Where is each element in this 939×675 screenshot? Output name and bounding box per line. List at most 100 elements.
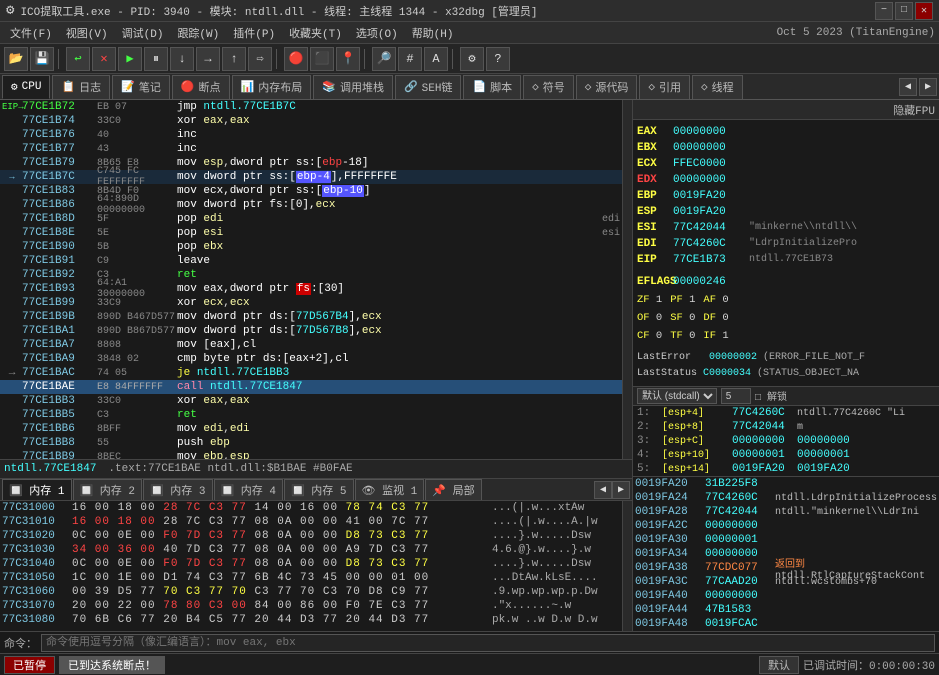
status-default[interactable]: 默认 bbox=[759, 656, 799, 674]
stack-row[interactable]: 4: [esp+10] 00000001 00000001 bbox=[633, 448, 939, 462]
tb-settings[interactable]: ⚙ bbox=[460, 47, 484, 71]
rmem-row[interactable]: 0019FA44 47B1583 bbox=[633, 603, 939, 617]
rmem-row[interactable]: 0019FA3C 77CAAD20 ntdll.wcstombs+70 bbox=[633, 575, 939, 589]
mem-row[interactable]: 77C31070 20 00 22 00 78 80 C3 00 84 00 8… bbox=[0, 599, 622, 613]
table-row[interactable]: 77CE1B74 33C0 xor eax,eax bbox=[0, 114, 622, 128]
tab-symbol[interactable]: ◇ 符号 bbox=[523, 75, 574, 99]
mem-nav-next[interactable]: ▶ bbox=[612, 481, 630, 499]
rmem-row[interactable]: 0019FA30 00000001 bbox=[633, 533, 939, 547]
table-row[interactable]: 77CE1B99 33C9 xor ecx,ecx bbox=[0, 296, 622, 310]
table-row[interactable]: 77CE1BB5 C3 ret bbox=[0, 408, 622, 422]
tb-runtocursor[interactable]: ⇨ bbox=[248, 47, 272, 71]
mem-tab-4[interactable]: 🔲 内存 4 bbox=[214, 479, 284, 500]
tab-breakpoints[interactable]: 🔴 断点 bbox=[172, 75, 230, 99]
tab-cpu[interactable]: ⚙ CPU bbox=[2, 75, 50, 99]
rmem-row[interactable]: 0019FA40 00000000 bbox=[633, 589, 939, 603]
table-row[interactable]: → 77CE1B7C C745 FC FEFFFFFF mov dword pt… bbox=[0, 170, 622, 184]
tab-notes[interactable]: 📝 笔记 bbox=[112, 75, 170, 99]
close-button[interactable]: ✕ bbox=[915, 2, 933, 20]
tb-bp[interactable]: 🔴 bbox=[284, 47, 308, 71]
tb-save[interactable]: 💾 bbox=[30, 47, 54, 71]
table-row[interactable]: EIP→ 77CE1B72 EB 07 jmp ntdll.77CE1B7C bbox=[0, 100, 622, 114]
stack-row[interactable]: 2: [esp+8] 77C42044 m bbox=[633, 420, 939, 434]
rmem-row[interactable]: 0019FA48 0019FCAC bbox=[633, 617, 939, 631]
rmem-row[interactable]: 0019FA38 77CDC077 返回到 ntdll.RtlCaptureSt… bbox=[633, 561, 939, 575]
table-row[interactable]: 77CE1B91 C9 leave bbox=[0, 254, 622, 268]
tb-close[interactable]: ✕ bbox=[92, 47, 116, 71]
tb-about[interactable]: ? bbox=[486, 47, 510, 71]
maximize-button[interactable]: □ bbox=[895, 2, 913, 20]
tb-ref[interactable]: # bbox=[398, 47, 422, 71]
callstack-unlock[interactable]: □ 解锁 bbox=[755, 388, 787, 404]
menu-options[interactable]: 选项(O) bbox=[350, 23, 404, 43]
mem-row[interactable]: 77C31050 1C 00 1E 00 D1 74 C3 77 6B 4C 7… bbox=[0, 571, 622, 585]
mem-row[interactable]: 77C31020 0C 00 0E 00 F0 7D C3 77 08 0A 0… bbox=[0, 529, 622, 543]
menu-file[interactable]: 文件(F) bbox=[4, 23, 58, 43]
mem-tab-2[interactable]: 🔲 内存 2 bbox=[73, 479, 143, 500]
rmem-row[interactable]: 0019FA2C 00000000 bbox=[633, 519, 939, 533]
table-row[interactable]: 77CE1BA9 3848 02 cmp byte ptr ds:[eax+2]… bbox=[0, 352, 622, 366]
menu-debug[interactable]: 调试(D) bbox=[116, 23, 170, 43]
menu-help[interactable]: 帮助(H) bbox=[406, 23, 460, 43]
stack-row[interactable]: 5: [esp+14] 0019FA20 0019FA20 bbox=[633, 462, 939, 476]
rmem-row[interactable]: 0019FA24 77C4260C ntdll.LdrpInitializePr… bbox=[633, 491, 939, 505]
mem-row[interactable]: 77C31080 70 6B C6 77 20 B4 C5 77 20 44 D… bbox=[0, 613, 622, 627]
tab-thread[interactable]: ◇ 线程 bbox=[692, 75, 743, 99]
tb-stepout[interactable]: ↑ bbox=[222, 47, 246, 71]
menu-view[interactable]: 视图(V) bbox=[60, 23, 114, 43]
table-row[interactable]: 77CE1B8D 5F pop edi edi bbox=[0, 212, 622, 226]
table-row[interactable]: 77CE1B9B 890D B467D577 mov dword ptr ds:… bbox=[0, 310, 622, 324]
table-row[interactable]: 77CE1BA7 8808 mov [eax],cl bbox=[0, 338, 622, 352]
tb-mem[interactable]: 🔎 bbox=[372, 47, 396, 71]
tb-hwbp[interactable]: ⬛ bbox=[310, 47, 334, 71]
table-row[interactable]: 77CE1B86 64:890D 00000000 mov dword ptr … bbox=[0, 198, 622, 212]
disasm-scrollbar[interactable] bbox=[622, 100, 632, 459]
rmem-row[interactable]: 0019FA20 31B225F8 bbox=[633, 477, 939, 491]
table-row[interactable]: 77CE1B8E 5E pop esi esi bbox=[0, 226, 622, 240]
tb-stepinto[interactable]: ↓ bbox=[170, 47, 194, 71]
mem-row[interactable]: 77C31040 0C 00 0E 00 F0 7D C3 77 08 0A 0… bbox=[0, 557, 622, 571]
table-row[interactable]: 77CE1B92 C3 ret bbox=[0, 268, 622, 282]
table-row[interactable]: 77CE1B77 43 inc bbox=[0, 142, 622, 156]
tab-ref[interactable]: ◇ 引用 bbox=[639, 75, 690, 99]
table-row[interactable]: → 77CE1BAC 74 05 je ntdll.77CE1BB3 bbox=[0, 366, 622, 380]
table-row[interactable]: 77CE1B93 64:A1 30000000 mov eax,dword pt… bbox=[0, 282, 622, 296]
mem-scrollbar[interactable] bbox=[622, 501, 632, 631]
mem-row[interactable]: 77C31000 16 00 18 00 28 7C C3 77 14 00 1… bbox=[0, 501, 622, 515]
tb-restart[interactable]: ↩ bbox=[66, 47, 90, 71]
tab-source[interactable]: ◇ 源代码 bbox=[576, 75, 638, 99]
menu-plugin[interactable]: 插件(P) bbox=[227, 23, 281, 43]
tb-pause[interactable]: ⏸ bbox=[144, 47, 168, 71]
tb-run[interactable]: ▶ bbox=[118, 47, 142, 71]
tab-callstack[interactable]: 📚 调用堆栈 bbox=[313, 75, 393, 99]
tb-str[interactable]: A bbox=[424, 47, 448, 71]
table-row[interactable]: 77CE1BA1 890D B867D577 mov dword ptr ds:… bbox=[0, 324, 622, 338]
menu-trace[interactable]: 跟踪(W) bbox=[171, 23, 225, 43]
table-row[interactable]: 77CE1B83 8B4D F0 mov ecx,dword ptr ss:[e… bbox=[0, 184, 622, 198]
stack-row[interactable]: 3: [esp+C] 00000000 00000000 bbox=[633, 434, 939, 448]
mem-tab-local[interactable]: 📌 局部 bbox=[425, 479, 481, 500]
mem-row[interactable]: 77C31030 34 00 36 00 40 7D C3 77 08 0A 0… bbox=[0, 543, 622, 557]
rmem-row[interactable]: 0019FA28 77C42044 ntdll."minkernel\\LdrI… bbox=[633, 505, 939, 519]
cmd-input[interactable] bbox=[41, 634, 935, 652]
fpu-toggle[interactable]: 隐藏FPU bbox=[893, 102, 935, 118]
menu-favorites[interactable]: 收藏夹(T) bbox=[283, 23, 348, 43]
mem-tab-5[interactable]: 🔲 内存 5 bbox=[284, 479, 354, 500]
table-row[interactable]: 77CE1BB6 8BFF mov edi,edi bbox=[0, 422, 622, 436]
nav-prev[interactable]: ◀ bbox=[899, 78, 917, 96]
nav-next[interactable]: ▶ bbox=[919, 78, 937, 96]
table-row[interactable]: 77CE1B90 5B pop ebx bbox=[0, 240, 622, 254]
table-row[interactable]: 77CE1BB3 33C0 xor eax,eax bbox=[0, 394, 622, 408]
tb-stepover[interactable]: → bbox=[196, 47, 220, 71]
callstack-dropdown[interactable]: 默认 (stdcall) bbox=[637, 388, 717, 404]
callstack-count[interactable] bbox=[721, 388, 751, 404]
tab-seh[interactable]: 🔗 SEH链 bbox=[395, 75, 462, 99]
status-paused[interactable]: 已暂停 bbox=[4, 656, 55, 674]
table-row[interactable]: 77CE1B76 40 inc bbox=[0, 128, 622, 142]
tb-open[interactable]: 📂 bbox=[4, 47, 28, 71]
mem-nav-prev[interactable]: ◀ bbox=[594, 481, 612, 499]
mem-row[interactable]: 77C31010 16 00 18 00 28 7C C3 77 08 0A 0… bbox=[0, 515, 622, 529]
mem-tab-3[interactable]: 🔲 内存 3 bbox=[143, 479, 213, 500]
mem-tab-1[interactable]: 🔲 内存 1 bbox=[2, 479, 72, 500]
table-row[interactable]: 77CE1BAE E8 84FFFFFF call ntdll.77CE1847 bbox=[0, 380, 622, 394]
